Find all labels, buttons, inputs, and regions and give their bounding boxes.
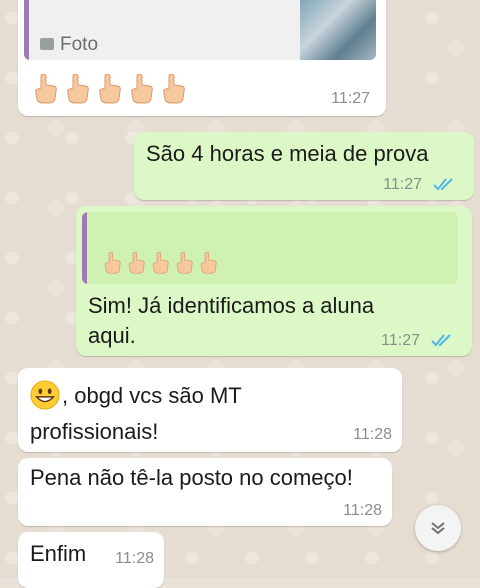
emoji-row <box>32 73 186 104</box>
message-time: 11:27 <box>381 332 420 349</box>
message-text: Enfim <box>30 541 87 566</box>
message-time: 11:27 <box>331 90 370 107</box>
pointing-up-hand-icon <box>160 73 186 104</box>
grinning-face-icon <box>30 380 60 410</box>
message-text-line-2: profissionais! <box>30 419 159 444</box>
message-text-line-1: , obgd vcs são MT <box>62 383 242 408</box>
pointing-up-hand-icon <box>128 73 154 104</box>
pointing-up-hand-icon <box>198 251 218 274</box>
pointing-up-hand-icon <box>126 251 146 274</box>
message-bubble-incoming[interactable]: Enfim 11:28 <box>18 532 164 588</box>
pointing-up-hand-icon <box>174 251 194 274</box>
message-text: Pena não tê-la posto no começo! <box>30 465 353 490</box>
photo-icon <box>40 38 54 50</box>
message-text-line-2: aqui. <box>88 323 136 348</box>
pointing-up-hand-icon <box>102 251 122 274</box>
message-time: 11:28 <box>115 550 154 567</box>
message-time: 11:27 <box>383 176 422 193</box>
photo-thumbnail[interactable] <box>300 0 376 60</box>
chevron-down-icon <box>431 522 445 535</box>
message-time: 11:28 <box>353 426 392 443</box>
quoted-photo-preview[interactable]: Foto <box>24 0 376 60</box>
quoted-message-preview[interactable] <box>82 212 458 284</box>
quote-bar <box>24 0 29 60</box>
double-check-icon <box>431 334 451 347</box>
quoted-emoji-row <box>102 251 218 274</box>
message-bubble-outgoing[interactable]: São 4 horas e meia de prova 11:27 <box>134 132 474 200</box>
message-bubble-incoming[interactable]: Foto 11:27 <box>18 0 386 116</box>
message-bubble-incoming[interactable]: Pena não tê-la posto no começo! 11:28 <box>18 458 392 526</box>
pointing-up-hand-icon <box>32 73 58 104</box>
scroll-to-bottom-button[interactable] <box>415 505 461 551</box>
quoted-label: Foto <box>60 34 99 55</box>
message-bubble-incoming[interactable]: , obgd vcs são MT profissionais! 11:28 <box>18 368 402 452</box>
message-time: 11:28 <box>343 502 382 519</box>
pointing-up-hand-icon <box>150 251 170 274</box>
message-text-line-1: Sim! Já identificamos a aluna <box>88 293 375 318</box>
message-bubble-outgoing[interactable]: Sim! Já identificamos a aluna aqui. 11:2… <box>76 206 472 356</box>
message-text: São 4 horas e meia de prova <box>146 141 429 166</box>
double-check-icon <box>433 178 453 191</box>
quote-bar <box>82 212 87 284</box>
pointing-up-hand-icon <box>64 73 90 104</box>
pointing-up-hand-icon <box>96 73 122 104</box>
